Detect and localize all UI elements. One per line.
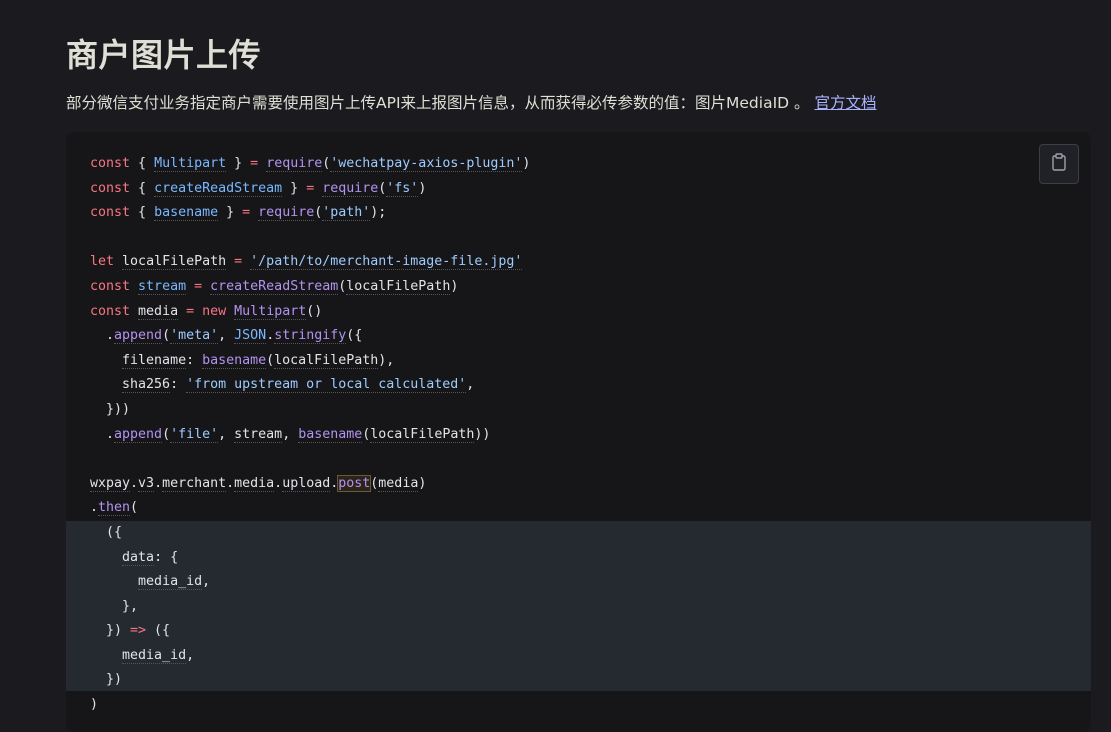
page-description: 部分微信支付业务指定商户需要使用图片上传API来上报图片信息，从而获得必传参数的…: [66, 91, 876, 113]
copy-code-button[interactable]: [1039, 144, 1079, 184]
code-line: let localFilePath = '/path/to/merchant-i…: [90, 254, 523, 271]
code-line: })): [90, 401, 131, 417]
code-line: ({: [90, 524, 123, 540]
code-line: const { basename } = require('path');: [90, 205, 387, 222]
code-line: .append('meta', JSON.stringify({: [90, 328, 363, 345]
code-line: data: {: [122, 549, 179, 566]
code-line: media_id,: [138, 574, 211, 591]
code-line: const media = new Multipart(): [90, 303, 323, 320]
code-line: wxpay.v3.merchant.media.upload.post(medi…: [90, 474, 427, 492]
code-content: const { Multipart } = require('wechatpay…: [90, 152, 530, 718]
clipboard-icon: [1051, 153, 1067, 175]
code-line: media_id,: [122, 647, 195, 664]
code-line: ): [90, 697, 99, 713]
code-line: const stream = createReadStream(localFil…: [90, 278, 459, 295]
code-line: .then(: [90, 500, 139, 517]
code-line: }) => ({: [90, 623, 171, 639]
official-docs-link[interactable]: 官方文档: [814, 94, 876, 112]
page-title: 商户图片上传: [66, 36, 262, 74]
code-line: const { createReadStream } = require('fs…: [90, 180, 427, 197]
code-line: const { Multipart } = require('wechatpay…: [90, 156, 531, 172]
code-line: filename: basename(localFilePath),: [122, 352, 395, 369]
code-line: }): [90, 672, 123, 688]
code-block: const { Multipart } = require('wechatpay…: [66, 132, 1091, 732]
description-text: 部分微信支付业务指定商户需要使用图片上传API来上报图片信息，从而获得必传参数的…: [66, 94, 810, 112]
code-line: .append('file', stream, basename(localFi…: [90, 426, 491, 443]
code-line: },: [90, 598, 139, 614]
code-line: sha256: 'from upstream or local calculat…: [122, 377, 475, 394]
